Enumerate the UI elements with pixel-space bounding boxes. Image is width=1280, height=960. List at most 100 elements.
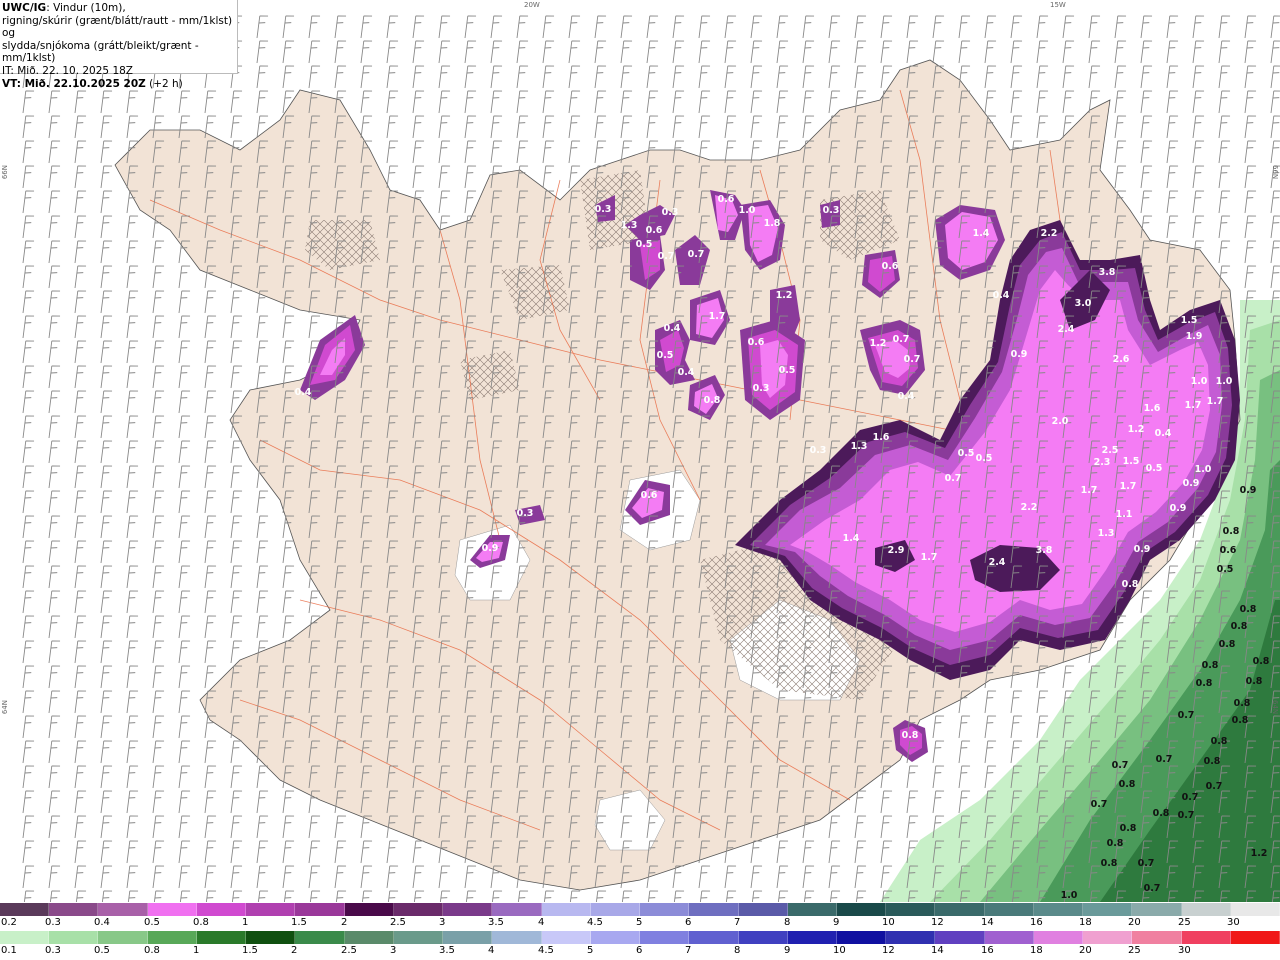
- legend-tick-label: 10: [833, 945, 846, 956]
- legend-tick-label: 2: [291, 945, 298, 956]
- snow-value-label: 1.2: [776, 290, 793, 301]
- rain-value-label: 0.6: [1220, 545, 1237, 556]
- snow-value-label: 1.7: [921, 552, 938, 563]
- legend-tick-label: 0.3: [45, 917, 61, 928]
- legend-swatch: [196, 903, 247, 916]
- init-time: IT: Mið. 22. 10. 2025 18Z: [2, 64, 133, 77]
- snow-value-label: 1.7: [1185, 400, 1202, 411]
- snow-value-label: 3.0: [1075, 298, 1092, 309]
- snow-value-label: 2.3: [1094, 457, 1111, 468]
- legend-tick-label: 0.5: [144, 917, 160, 928]
- legend-tick-label: 5: [587, 945, 594, 956]
- legend-swatch: [443, 903, 493, 916]
- legend-tick-label: 12: [882, 945, 895, 956]
- rain-value-label: 0.5: [1217, 564, 1234, 575]
- rain-value-label: 0.8: [1202, 660, 1219, 671]
- snow-value-label: 1.4: [843, 533, 860, 544]
- legend-tick-label: 1.5: [291, 917, 307, 928]
- snow-value-label: 1.7: [1207, 396, 1224, 407]
- snow-legend: 0.2 0.3 0.4 0.5 0.8 1 1.5 2 2.5 3 3.5 4 4.5 5 6 7 8 9 10 12…: [0, 903, 1280, 931]
- legend-tick-label: 20: [1079, 945, 1092, 956]
- legend-tick-label: 1: [193, 945, 200, 956]
- snow-value-label: 1.7: [1081, 485, 1098, 496]
- rain-value-label: 0.7: [1112, 760, 1129, 771]
- snow-value-label: 0.3: [753, 383, 770, 394]
- legend-tick-label: 2.5: [390, 917, 406, 928]
- legend-tick-label: 0.2: [1, 917, 17, 928]
- legend-swatch: [1132, 931, 1182, 944]
- legend-swatch: [246, 903, 296, 916]
- legend-tick-label: 8: [784, 917, 791, 928]
- legend-tick-label: 4.5: [587, 917, 603, 928]
- rain-value-label: 0.8: [1234, 698, 1251, 709]
- legend-swatch: [886, 931, 936, 944]
- model-name: UWC/IG: [2, 2, 47, 14]
- rain-value-label: 1.2: [1251, 848, 1268, 859]
- snow-value-label: 2.2: [1041, 228, 1058, 239]
- legend-tick-label: 4: [488, 945, 495, 956]
- snow-value-label: 1.6: [1144, 403, 1161, 414]
- snow-value-label: 1.7: [1120, 481, 1137, 492]
- legend-swatch: [541, 931, 591, 944]
- legend-swatch: [295, 903, 345, 916]
- snow-value-label: 0.5: [958, 448, 975, 459]
- info-line-1: : Vindur (10m),: [46, 2, 126, 14]
- snow-value-label: 1.2: [1128, 424, 1145, 435]
- legend-tick-label: 7: [734, 917, 741, 928]
- snow-value-label: 0.9: [1011, 349, 1028, 360]
- coord-label-64n-left: 64N: [1, 700, 9, 715]
- snow-value-label: 0.9: [1134, 544, 1151, 555]
- legend-swatch: [98, 931, 148, 944]
- legend-tick-label: 7: [685, 945, 692, 956]
- legend-tick-label: 0.1: [1, 945, 17, 956]
- legend-swatch: [1230, 931, 1280, 944]
- snow-value-label: 0.7: [904, 354, 921, 365]
- snow-value-label: 0.5: [657, 350, 674, 361]
- snow-value-label: 1.4: [973, 228, 990, 239]
- legend-tick-label: 30: [1178, 945, 1191, 956]
- legend-tick-label: 2: [341, 917, 348, 928]
- legend-tick-label: 0.4: [94, 917, 110, 928]
- legend-tick-label: 4: [538, 917, 545, 928]
- snow-value-label: 1.5: [1123, 456, 1140, 467]
- rain-value-label: 0.8: [1120, 823, 1137, 834]
- snow-value-label: 0.3: [595, 204, 612, 215]
- legend-swatch: [1083, 903, 1133, 916]
- snow-value-label: 1.0: [1191, 376, 1208, 387]
- legend-tick-label: 16: [1030, 917, 1043, 928]
- rain-value-label: 0.8: [1101, 858, 1118, 869]
- rain-value-label: 0.8: [1153, 808, 1170, 819]
- rain-value-label: 0.8: [1240, 604, 1257, 615]
- legend-tick-label: 6: [685, 917, 692, 928]
- legend-tick-label: 4.5: [538, 945, 554, 956]
- legend-tick-label: 8: [734, 945, 741, 956]
- weather-map: 0.3 1.3 0.4 0.3 0.6 0.5 0.7 0.7 0.6 1.0 1.8 0.3 1.4 2…: [0, 0, 1280, 902]
- snow-value-label: 1.0: [1216, 376, 1233, 387]
- legend-tick-label: 14: [981, 917, 994, 928]
- snow-value-label: 1.0: [739, 205, 756, 216]
- snow-value-label: 0.5: [976, 453, 993, 464]
- legend-swatch: [49, 903, 99, 916]
- legend-swatch: [738, 931, 788, 944]
- legend-tick-label: 12: [931, 917, 944, 928]
- legend-tick-label: 2.5: [341, 945, 357, 956]
- snow-value-label: 0.6: [641, 490, 658, 501]
- snow-value-label: 0.4: [898, 391, 915, 402]
- legend-tick-label: 9: [833, 917, 840, 928]
- legend-tick-label: 3.5: [488, 917, 504, 928]
- rain-value-label: 0.8: [1204, 756, 1221, 767]
- legend-tick-label: 5: [636, 917, 643, 928]
- legend-tick-label: 10: [882, 917, 895, 928]
- legend-tick-label: 1.5: [242, 945, 258, 956]
- snow-value-label: 3.8: [1099, 267, 1116, 278]
- rain-value-label: 0.8: [1219, 639, 1236, 650]
- legend-swatch: [541, 903, 591, 916]
- snow-value-label: 0.4: [678, 367, 695, 378]
- coord-label-66n-right: 66N: [1271, 165, 1279, 180]
- rain-value-label: 0.9: [1240, 485, 1257, 496]
- snow-value-label: 0.5: [636, 239, 653, 250]
- legend-tick-label: 30: [1227, 917, 1240, 928]
- legend-swatch: [689, 903, 739, 916]
- rain-value-label: 0.8: [1253, 656, 1270, 667]
- legend-swatch: [590, 903, 641, 916]
